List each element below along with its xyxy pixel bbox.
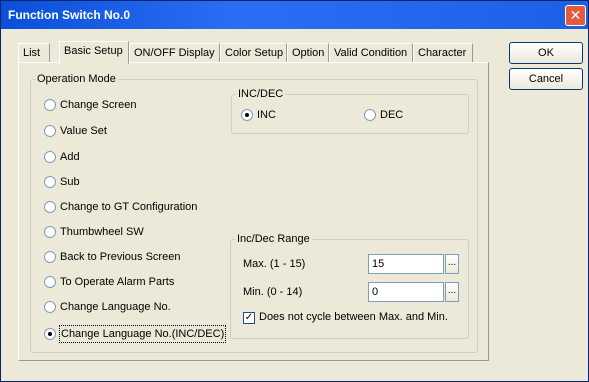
radio-label: DEC [380, 109, 404, 121]
min-label: Min. (0 - 14) [243, 286, 303, 298]
radio-button-icon[interactable] [44, 276, 56, 288]
tab-color-setup[interactable]: Color Setup [220, 43, 287, 63]
radio-button-icon[interactable] [44, 201, 56, 213]
tab-basic-setup[interactable]: Basic Setup [59, 41, 129, 64]
radio-label: Change Language No.(INC/DEC) [58, 325, 227, 343]
radio-button-icon[interactable] [44, 151, 56, 163]
close-button[interactable]: ✕ [565, 5, 586, 26]
radio-label: Back to Previous Screen [60, 251, 181, 263]
radio-button-icon[interactable] [44, 125, 56, 137]
radio-label: Change to GT Configuration [60, 201, 198, 213]
radio-label: Value Set [60, 125, 107, 137]
operation-mode-legend: Operation Mode [37, 73, 116, 85]
radio-label: Sub [60, 176, 80, 188]
max-label: Max. (1 - 15) [243, 258, 306, 270]
inc-dec-range-legend: Inc/Dec Range [237, 233, 310, 245]
max-value-input[interactable]: 15 [368, 254, 444, 274]
radio-button-icon[interactable] [44, 99, 56, 111]
tab-list[interactable]: List [18, 43, 50, 63]
radio-label: Add [60, 151, 80, 163]
radio-label: INC [257, 109, 276, 121]
max-browse-button[interactable]: ... [445, 254, 459, 274]
tab-option[interactable]: Option [287, 43, 329, 63]
radio-button-icon[interactable] [44, 251, 56, 263]
inc-dec-legend: INC/DEC [238, 88, 284, 100]
title-bar[interactable]: Function Switch No.0 ✕ [1, 1, 588, 29]
min-browse-button[interactable]: ... [445, 282, 459, 302]
radio-button-icon[interactable] [364, 109, 376, 121]
radio-label: To Operate Alarm Parts [60, 276, 175, 288]
close-icon: ✕ [569, 7, 582, 23]
tab-valid-condition[interactable]: Valid Condition [329, 43, 413, 63]
radio-button-icon[interactable] [44, 301, 56, 313]
window-title: Function Switch No.0 [8, 8, 130, 22]
min-value-input[interactable]: 0 [368, 282, 444, 302]
radio-button-icon[interactable] [44, 226, 56, 238]
ok-button[interactable]: OK [509, 42, 583, 64]
radio-label: Thumbwheel SW [60, 226, 144, 238]
cancel-button[interactable]: Cancel [509, 68, 583, 90]
radio-label: Change Language No. [60, 301, 171, 313]
no-cycle-checkbox[interactable]: ✓ [243, 312, 255, 324]
radio-label: Change Screen [60, 99, 137, 111]
tab-character[interactable]: Character [413, 43, 473, 63]
tab-on-off-display[interactable]: ON/OFF Display [129, 43, 220, 63]
radio-button-icon[interactable] [44, 176, 56, 188]
radio-button-selected-icon[interactable] [44, 328, 56, 340]
radio-button-selected-icon[interactable] [241, 109, 253, 121]
function-switch-dialog: Function Switch No.0 ✕ List Basic Setup … [0, 0, 589, 382]
no-cycle-label: Does not cycle between Max. and Min. [259, 311, 448, 323]
